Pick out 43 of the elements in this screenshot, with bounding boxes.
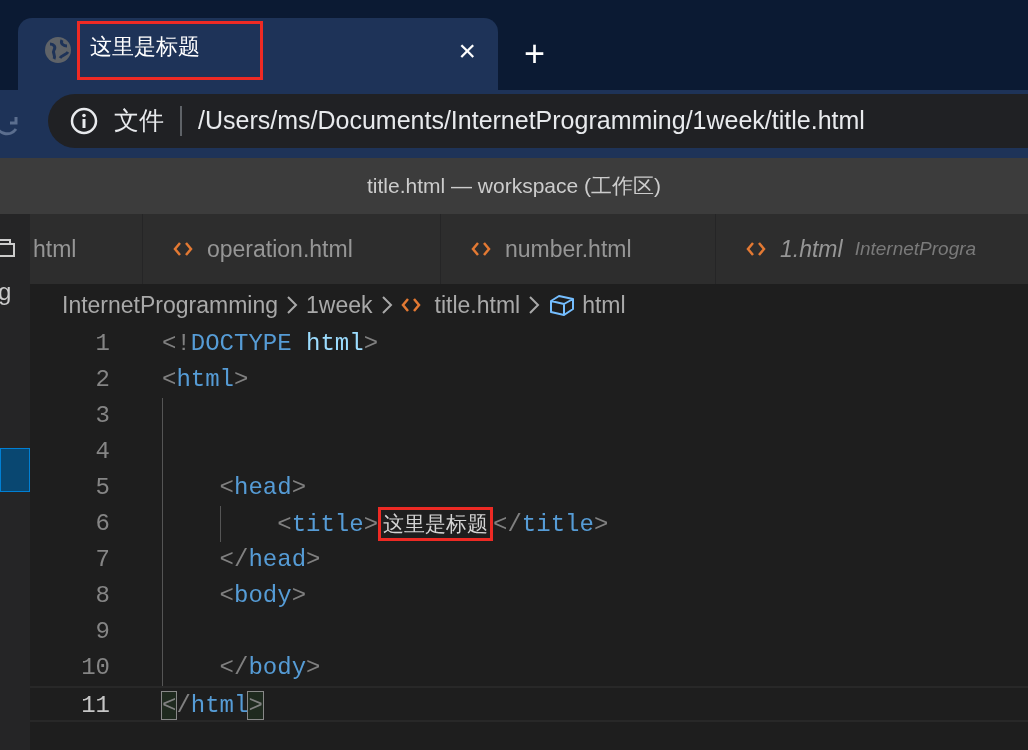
copy-icon[interactable]: [0, 236, 16, 260]
editor-tab[interactable]: 1.html InternetProgra: [716, 214, 1028, 284]
code-line: </head>: [218, 545, 321, 575]
info-icon[interactable]: [70, 107, 98, 135]
line-number: 3: [94, 401, 110, 431]
line-number: 10: [80, 653, 110, 683]
line-number: 2: [94, 365, 110, 395]
breadcrumb-item[interactable]: html: [582, 287, 626, 323]
scheme-label: 文件: [114, 105, 164, 137]
tab-title: 这里是标题: [80, 23, 260, 77]
code-line: <html>: [162, 365, 249, 395]
code-line: </html>: [162, 691, 263, 720]
window-title: title.html — workspace (工作区): [366, 173, 662, 200]
editor-tab[interactable]: number.html: [441, 214, 716, 284]
editor-tab[interactable]: operation.html: [143, 214, 441, 284]
chevron-icon: [528, 295, 541, 315]
editor-tab[interactable]: html: [30, 214, 143, 284]
new-tab-button[interactable]: +: [518, 35, 552, 73]
close-tab-button[interactable]: ×: [454, 27, 480, 73]
line-number: 1: [94, 329, 110, 359]
code-line: <!DOCTYPE html>: [162, 329, 379, 359]
line-number: 6: [94, 509, 110, 539]
code-line: <title> 这里是标题 </title>: [162, 506, 609, 542]
line-number: 8: [94, 581, 110, 611]
line-number: 7: [94, 545, 110, 575]
browser-tab[interactable]: 这里是标题 ×: [18, 18, 498, 90]
code-line: <body>: [218, 581, 307, 611]
code-file-icon: [400, 296, 421, 314]
url-text: /Users/ms/Documents/InternetProgramming/1week/title.html: [198, 105, 865, 137]
code-line: </body>: [218, 653, 321, 683]
line-number: 4: [94, 437, 110, 467]
cube-icon: [548, 293, 577, 317]
line-number: 5: [94, 473, 110, 503]
address-bar[interactable]: 文件 /Users/ms/Documents/InternetProgramming/1week/title.html: [48, 94, 1028, 148]
line-number: 9: [94, 617, 110, 647]
breadcrumb-item[interactable]: 1week: [306, 287, 373, 323]
line-number: 11: [80, 691, 110, 720]
globe-icon: [44, 36, 72, 64]
chevron-icon: [286, 295, 299, 315]
chevron-icon: [380, 295, 393, 315]
breadcrumb-item[interactable]: InternetProgramming: [62, 287, 279, 323]
code-line: <head>: [218, 473, 307, 503]
breadcrumb-item[interactable]: title.html: [434, 287, 521, 323]
